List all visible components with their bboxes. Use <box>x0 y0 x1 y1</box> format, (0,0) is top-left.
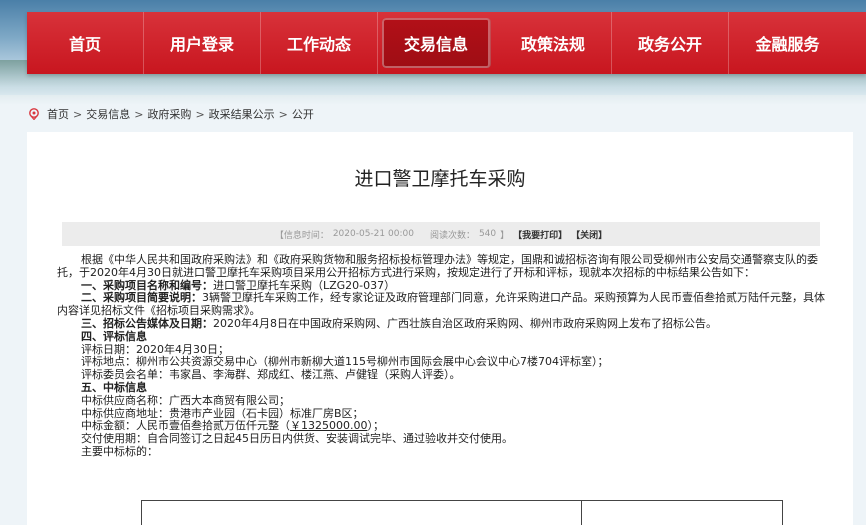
article-panel: 进口警卫摩托车采购 【信息时间： 2020-05-21 00:00 阅读次数： … <box>27 132 853 525</box>
breadcrumb-results[interactable]: 政采结果公示 <box>209 106 275 122</box>
breadcrumb-separator: > <box>195 107 205 121</box>
main-items-label: 主要中标标的： <box>81 444 158 458</box>
meta-date-label: 【信息时间： <box>274 230 329 241</box>
section-1-label: 一、采购项目名称和编号： <box>81 278 213 292</box>
nav-item-work-news[interactable]: 工作动态 <box>261 12 378 74</box>
delivery-period: 交付使用期：自合同签订之日起45日历日内供货、安装调试完毕、通过验收并交付使用。 <box>81 432 513 446</box>
meta-views: 540 <box>478 229 497 239</box>
breadcrumb-separator: > <box>278 107 288 121</box>
breadcrumb-trade-info[interactable]: 交易信息 <box>86 106 130 122</box>
meta-views-label: 阅读次数： <box>429 230 475 241</box>
article-meta-bar: 【信息时间： 2020-05-21 00:00 阅读次数： 540 】 【我要打… <box>62 222 820 246</box>
table-border <box>782 501 783 525</box>
meta-date: 2020-05-21 00:00 <box>332 229 414 239</box>
table-border <box>141 501 142 525</box>
eval-members: 评标委员会名单：韦家昌、李海群、郑成红、楼江燕、卢健锃（采购人评委）。 <box>81 368 461 382</box>
section-2: 二、采购项目简要说明：3辆警卫摩托车采购工作，经专家论证及政府管理部门同意，允许… <box>57 291 827 318</box>
winner-name: 中标供应商名称：广西大本商贸有限公司； <box>81 393 290 407</box>
section-3-label: 三、招标公告媒体及日期： <box>81 316 213 330</box>
nav-item-gov-affairs[interactable]: 政务公开 <box>612 12 729 74</box>
nav-item-finance[interactable]: 金融服务 <box>729 12 846 74</box>
breadcrumb: 首页 > 交易信息 > 政府采购 > 政采结果公示 > 公开 <box>28 106 314 122</box>
breadcrumb-gov-procurement[interactable]: 政府采购 <box>147 106 191 122</box>
intro-paragraph: 根据《中华人民共和国政府采购法》和《政府采购货物和服务招标投标管理办法》等规定，… <box>57 253 818 279</box>
main-nav: 首页 用户登录 工作动态 交易信息 政策法规 政务公开 金融服务 <box>27 12 866 74</box>
nav-item-policy[interactable]: 政策法规 <box>495 12 612 74</box>
section-3-text: 2020年4月8日在中国政府采购网、广西壮族自治区政府采购网、柳州市政府采购网上… <box>213 316 717 330</box>
location-pin-icon <box>29 108 39 120</box>
breadcrumb-public[interactable]: 公开 <box>292 106 314 122</box>
nav-item-home[interactable]: 首页 <box>27 12 144 74</box>
breadcrumb-separator: > <box>134 107 144 121</box>
section-3: 三、招标公告媒体及日期：2020年4月8日在中国政府采购网、广西壮族自治区政府采… <box>57 316 827 331</box>
nav-item-trade-info[interactable]: 交易信息 <box>382 18 491 68</box>
article-title: 进口警卫摩托车采购 <box>354 168 526 190</box>
section-2-label: 二、采购项目简要说明： <box>81 291 202 305</box>
close-link[interactable]: 【关闭】 <box>571 228 607 241</box>
amount-value: ￥1325000.00 <box>290 419 368 433</box>
breadcrumb-home[interactable]: 首页 <box>47 106 69 122</box>
meta-close-bracket: 】 <box>500 230 510 241</box>
article-body: 根据《中华人民共和国政府采购法》和《政府采购货物和服务招标投标管理办法》等规定，… <box>57 253 827 459</box>
items-table <box>141 500 783 525</box>
breadcrumb-separator: > <box>73 107 83 121</box>
table-divider <box>581 501 582 525</box>
section-5-heading: 五、中标信息 <box>81 380 147 394</box>
amount-suffix: ）； <box>367 419 384 433</box>
amount-prefix: 中标金额：人民币壹佰叁拾贰万伍仟元整（ <box>81 419 290 433</box>
section-1-text: 进口警卫摩托车采购（LZG20-037） <box>213 278 396 292</box>
section-4-heading: 四、评标信息 <box>81 329 147 343</box>
print-link[interactable]: 【我要打印】 <box>513 228 567 241</box>
nav-item-login[interactable]: 用户登录 <box>144 12 261 74</box>
